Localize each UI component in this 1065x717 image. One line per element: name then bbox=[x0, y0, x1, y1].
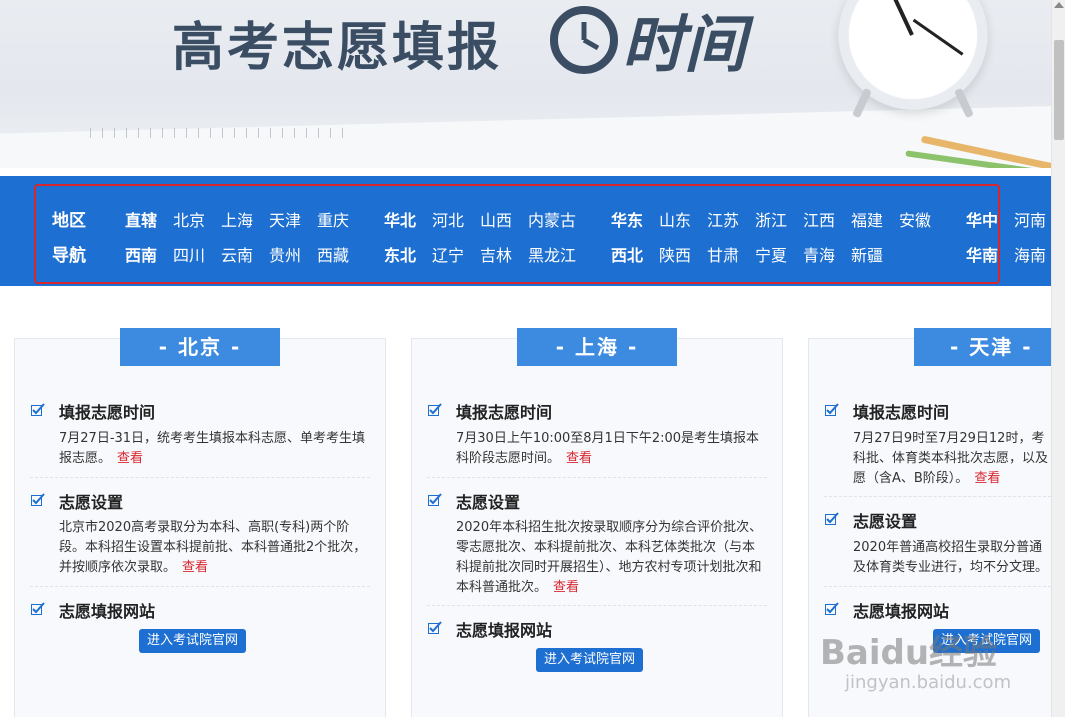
section-text-settings: 2020年本科招生批次按录取顺序分为综合评价批次、零志愿批次、本科提前批次、本科… bbox=[456, 520, 763, 595]
card-tab-shanghai[interactable]: - 上海 - bbox=[517, 328, 677, 366]
checkbox-icon bbox=[825, 403, 839, 416]
view-more-link[interactable]: 查看 bbox=[553, 580, 579, 595]
nav-link-hainan[interactable]: 海南 bbox=[1014, 242, 1046, 266]
nav-link-guizhou[interactable]: 贵州 bbox=[269, 242, 301, 266]
nav-region-huadong: 华东 bbox=[611, 211, 644, 230]
nav-link-jilin[interactable]: 吉林 bbox=[480, 242, 512, 266]
nav-link-yunnan[interactable]: 云南 bbox=[221, 242, 253, 266]
view-more-link[interactable]: 查看 bbox=[974, 471, 1000, 486]
section-title-time: 填报志愿时间 bbox=[59, 403, 156, 422]
nav-link-jiangsu[interactable]: 江苏 bbox=[707, 207, 739, 231]
nav-link-gansu[interactable]: 甘肃 bbox=[707, 242, 739, 266]
nav-highlight-frame bbox=[34, 184, 1000, 284]
baidu-jingyan-watermark: Baidu经验 bbox=[820, 633, 998, 673]
nav-label-region: 地区 bbox=[52, 211, 86, 231]
section-text-time: 7月27日9时至7月29日12时，考科批、体育类本科批次志愿，以及愿（含A、B阶… bbox=[853, 431, 1049, 486]
hero-banner: 高考志愿填报 时间 bbox=[0, 0, 1051, 168]
view-more-link[interactable]: 查看 bbox=[182, 560, 208, 575]
nav-link-shanxi[interactable]: 山西 bbox=[480, 207, 512, 231]
nav-link-sichuan[interactable]: 四川 bbox=[173, 242, 205, 266]
checkbox-icon bbox=[428, 493, 442, 506]
section-title-settings: 志愿设置 bbox=[853, 512, 918, 531]
card-tab-tianjin[interactable]: - 天津 - bbox=[914, 328, 1051, 366]
banner-ruler bbox=[90, 128, 350, 138]
nav-link-shanghai[interactable]: 上海 bbox=[221, 207, 253, 231]
section-divider bbox=[30, 586, 370, 587]
banner-time-logo: 时间 bbox=[548, 0, 778, 81]
checkbox-icon bbox=[31, 602, 45, 615]
nav-link-beijing[interactable]: 北京 bbox=[173, 207, 205, 231]
checkbox-icon bbox=[825, 512, 839, 525]
section-text-settings: 2020年普通高校招生录取分普通及体育类专业进行，均不分文理。 bbox=[853, 540, 1049, 575]
nav-label-guide: 导航 bbox=[52, 246, 86, 266]
checkbox-icon bbox=[31, 403, 45, 416]
section-text-time: 7月27日-31日，统考考生填报本科志愿、单考考生填报志愿。 查看 bbox=[59, 431, 366, 466]
exam-office-website-button[interactable]: 进入考试院官网 bbox=[536, 648, 644, 672]
nav-link-heilongjiang[interactable]: 黑龙江 bbox=[528, 242, 576, 266]
section-divider bbox=[427, 477, 767, 478]
section-text-time: 7月30日上午10:00至8月1日下午2:00是考生填报本科阶段志愿时间。 查看 bbox=[456, 431, 760, 466]
section-text-settings: 北京市2020高考录取分为本科、高职(专科)两个阶段。本科招生设置本科提前批、本… bbox=[59, 520, 367, 575]
section-title-settings: 志愿设置 bbox=[59, 493, 124, 512]
nav-link-ningxia[interactable]: 宁夏 bbox=[755, 242, 787, 266]
section-title-website: 志愿填报网站 bbox=[456, 621, 553, 640]
section-title-time: 填报志愿时间 bbox=[456, 403, 553, 422]
nav-link-xinjiang[interactable]: 新疆 bbox=[851, 242, 883, 266]
alarm-clock-icon bbox=[838, 0, 988, 119]
nav-link-chongqing[interactable]: 重庆 bbox=[317, 207, 349, 231]
clock-icon: 时间 bbox=[550, 6, 755, 81]
view-more-link[interactable]: 查看 bbox=[566, 451, 592, 466]
nav-link-anhui[interactable]: 安徽 bbox=[899, 207, 931, 231]
checkbox-icon bbox=[825, 602, 839, 615]
nav-region-zhixia: 直辖 bbox=[125, 211, 158, 230]
region-nav: 地区 导航 直辖 北京 上海 天津 重庆 华北 河北 山西 内蒙古 华东 山东 … bbox=[0, 176, 1051, 286]
checkbox-icon bbox=[428, 621, 442, 634]
nav-link-neimenggu[interactable]: 内蒙古 bbox=[528, 207, 576, 231]
scroll-up-arrow-icon[interactable] bbox=[1054, 2, 1064, 8]
view-more-link[interactable]: 查看 bbox=[117, 451, 143, 466]
section-title-website: 志愿填报网站 bbox=[853, 602, 950, 621]
nav-region-xibei: 西北 bbox=[611, 246, 644, 265]
nav-link-qinghai[interactable]: 青海 bbox=[803, 242, 835, 266]
baidu-jingyan-url: jingyan.baidu.com bbox=[845, 672, 1012, 693]
nav-region-huabei: 华北 bbox=[384, 211, 417, 230]
nav-link-tianjin[interactable]: 天津 bbox=[269, 207, 301, 231]
nav-link-henan[interactable]: 河南 bbox=[1014, 207, 1046, 231]
nav-link-shaanxi[interactable]: 陕西 bbox=[659, 242, 691, 266]
exam-office-website-button[interactable]: 进入考试院官网 bbox=[139, 629, 247, 653]
section-title-website: 志愿填报网站 bbox=[59, 602, 156, 621]
banner-title: 高考志愿填报 bbox=[172, 18, 503, 78]
nav-region-huazhong: 华中 bbox=[966, 211, 999, 230]
card-tab-beijing[interactable]: - 北京 - bbox=[120, 328, 280, 366]
nav-link-liaoning[interactable]: 辽宁 bbox=[432, 242, 464, 266]
nav-link-xizang[interactable]: 西藏 bbox=[317, 242, 349, 266]
vertical-scrollbar[interactable] bbox=[1051, 0, 1065, 717]
nav-link-shandong[interactable]: 山东 bbox=[659, 207, 691, 231]
nav-region-dongbei: 东北 bbox=[384, 246, 417, 265]
banner-time-text: 时间 bbox=[622, 8, 755, 80]
section-divider bbox=[427, 605, 767, 606]
section-divider bbox=[30, 477, 370, 478]
nav-link-fujian[interactable]: 福建 bbox=[851, 207, 883, 231]
nav-region-huanan: 华南 bbox=[966, 246, 999, 265]
nav-link-hebei[interactable]: 河北 bbox=[432, 207, 464, 231]
nav-region-xinan: 西南 bbox=[125, 246, 158, 265]
section-divider bbox=[824, 586, 1051, 587]
scrollbar-thumb[interactable] bbox=[1054, 40, 1064, 140]
checkbox-icon bbox=[31, 493, 45, 506]
checkbox-icon bbox=[428, 403, 442, 416]
section-title-time: 填报志愿时间 bbox=[853, 403, 950, 422]
section-title-settings: 志愿设置 bbox=[456, 493, 521, 512]
nav-link-jiangxi[interactable]: 江西 bbox=[803, 207, 835, 231]
nav-link-zhejiang[interactable]: 浙江 bbox=[755, 207, 787, 231]
section-divider bbox=[824, 496, 1051, 497]
